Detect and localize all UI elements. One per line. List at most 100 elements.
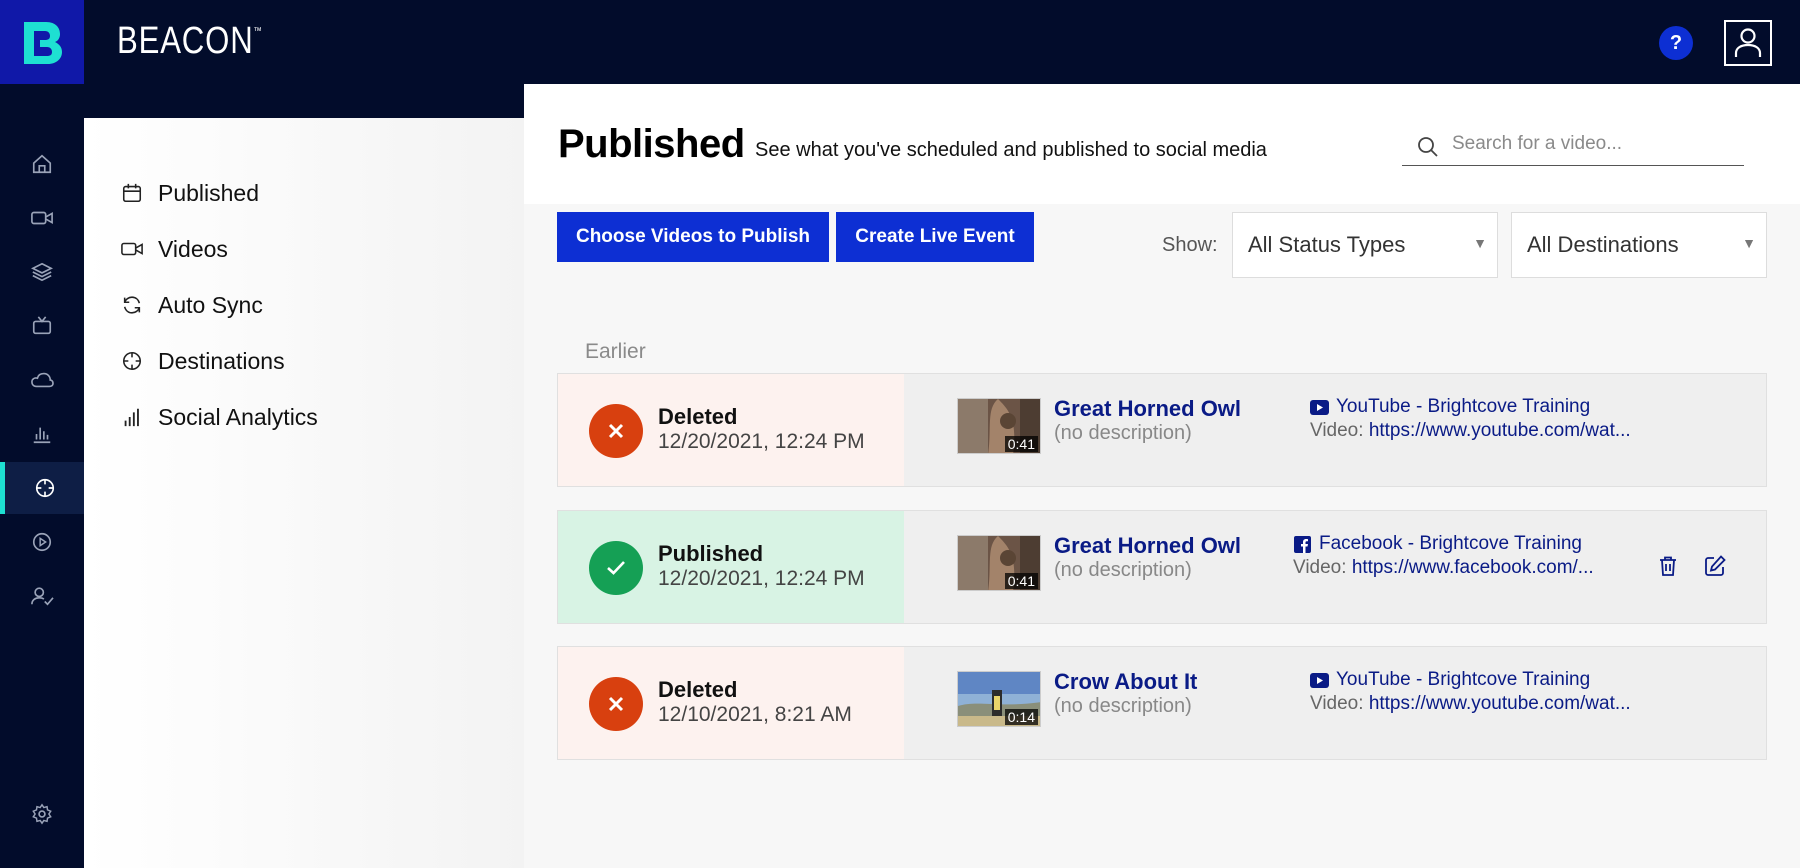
gear-icon — [32, 803, 52, 825]
rail-item-users[interactable] — [0, 570, 84, 622]
status-type-select[interactable]: All Status Types ▼ — [1232, 212, 1498, 278]
destination-label: YouTube - Brightcove Training — [1310, 669, 1590, 691]
destinations-select[interactable]: All Destinations ▼ — [1511, 212, 1767, 278]
destination-name: YouTube - Brightcove Training — [1336, 669, 1591, 690]
brand-name: BEACON™ — [117, 20, 263, 62]
beacon-logo[interactable] — [0, 0, 84, 84]
video-link-line: Video: https://www.youtube.com/wat... — [1310, 693, 1631, 715]
video-title-link[interactable]: Great Horned Owl — [1054, 533, 1241, 559]
search-input[interactable] — [1452, 132, 1722, 155]
beacon-logo-icon — [24, 22, 62, 64]
video-title-link[interactable]: Great Horned Owl — [1054, 396, 1241, 422]
status-cell: Deleted 12/20/2021, 12:24 PM — [558, 374, 904, 486]
destination-name: Facebook - Brightcove Training — [1319, 533, 1582, 554]
subnav-item-label: Published — [158, 179, 260, 206]
destination-name: YouTube - Brightcove Training — [1336, 396, 1591, 417]
video-camera-icon — [31, 211, 53, 225]
status-date: 12/10/2021, 8:21 AM — [658, 703, 852, 726]
trash-icon — [1660, 556, 1676, 576]
video-duration: 0:14 — [1004, 709, 1038, 725]
video-thumbnail[interactable]: 0:41 — [957, 535, 1041, 591]
tv-icon — [32, 316, 52, 335]
status-name: Published — [658, 541, 764, 566]
youtube-icon — [1310, 398, 1329, 417]
video-thumbnail[interactable]: 0:41 — [957, 398, 1041, 454]
edit-icon — [1705, 555, 1726, 576]
video-link-label: Video: — [1310, 420, 1364, 441]
status-date: 12/20/2021, 12:24 PM — [658, 430, 865, 453]
video-description: (no description) — [1054, 559, 1192, 581]
layers-icon — [31, 262, 53, 282]
subnav-item-videos[interactable]: Videos — [120, 234, 228, 264]
edit-button[interactable] — [1702, 553, 1728, 579]
rail-item-social[interactable] — [0, 462, 84, 514]
rail-item-analytics[interactable] — [0, 408, 84, 460]
facebook-icon — [1293, 535, 1312, 554]
video-duration: 0:41 — [1004, 436, 1038, 452]
published-row[interactable]: Published 12/20/2021, 12:24 PM 0:41 Grea… — [557, 510, 1767, 624]
status-name: Deleted — [658, 404, 738, 429]
video-url-link[interactable]: https://www.youtube.com/wat... — [1369, 420, 1631, 441]
rail-item-videos[interactable] — [0, 192, 84, 244]
account-button[interactable] — [1724, 20, 1772, 66]
show-label: Show: — [1162, 234, 1218, 256]
crosshair-icon — [35, 478, 54, 498]
group-label-earlier: Earlier — [585, 340, 646, 363]
icon-rail — [0, 84, 84, 868]
published-row[interactable]: Deleted 12/10/2021, 8:21 AM 0:14 Crow Ab… — [557, 646, 1767, 760]
video-title-link[interactable]: Crow About It — [1054, 669, 1197, 695]
subnav-item-label: Auto Sync — [158, 291, 263, 318]
rail-item-tv[interactable] — [0, 300, 84, 352]
subnav-item-label: Social Analytics — [158, 403, 318, 430]
top-bar: BEACON™ ? — [0, 0, 1800, 84]
published-row[interactable]: Deleted 12/20/2021, 12:24 PM 0:41 Great … — [557, 373, 1767, 487]
home-icon — [32, 154, 52, 174]
video-thumbnail[interactable]: 0:14 — [957, 671, 1041, 727]
video-link-line: Video: https://www.youtube.com/wat... — [1310, 420, 1631, 442]
play-circle-icon — [32, 532, 52, 552]
choose-videos-button[interactable]: Choose Videos to Publish — [557, 212, 829, 262]
video-link-label: Video: — [1293, 557, 1347, 578]
youtube-icon — [1310, 671, 1329, 690]
video-url-link[interactable]: https://www.facebook.com/... — [1352, 557, 1594, 578]
main-panel: Published See what you've scheduled and … — [524, 84, 1800, 868]
deleted-badge — [589, 677, 643, 731]
destination-label: Facebook - Brightcove Training — [1293, 533, 1582, 555]
check-icon — [607, 561, 625, 575]
user-icon — [1734, 28, 1762, 57]
close-icon — [608, 423, 624, 439]
subnav-item-label: Videos — [158, 235, 228, 262]
subnav-item-label: Destinations — [158, 347, 285, 374]
calendar-icon — [120, 181, 144, 205]
chevron-down-icon: ▼ — [1473, 235, 1487, 251]
help-button[interactable]: ? — [1659, 26, 1693, 60]
user-check-icon — [31, 587, 54, 606]
rail-item-player[interactable] — [0, 516, 84, 568]
subnav-item-auto-sync[interactable]: Auto Sync — [120, 290, 263, 320]
subnav-item-destinations[interactable]: Destinations — [120, 346, 285, 376]
video-link-label: Video: — [1310, 693, 1364, 714]
subnav-item-social-analytics[interactable]: Social Analytics — [120, 402, 318, 432]
rail-item-settings[interactable] — [0, 788, 84, 840]
rail-item-cloud[interactable] — [0, 354, 84, 406]
status-cell: Published 12/20/2021, 12:24 PM — [558, 511, 904, 623]
destinations-value: All Destinations — [1527, 232, 1679, 257]
status-type-value: All Status Types — [1248, 232, 1406, 257]
video-camera-icon — [120, 237, 144, 261]
bar-chart-icon — [33, 427, 51, 444]
social-subnav: Published Videos Auto Sync Destinations … — [84, 118, 524, 868]
page-header: Published See what you've scheduled and … — [524, 84, 1800, 204]
signal-bars-icon — [120, 405, 144, 429]
video-url-link[interactable]: https://www.youtube.com/wat... — [1369, 693, 1631, 714]
subnav-item-published[interactable]: Published — [120, 178, 259, 208]
cloud-icon — [31, 372, 54, 388]
video-duration: 0:41 — [1004, 573, 1038, 589]
rail-item-home[interactable] — [0, 138, 84, 190]
status-cell: Deleted 12/10/2021, 8:21 AM — [558, 647, 904, 759]
rail-item-layers[interactable] — [0, 246, 84, 298]
delete-button[interactable] — [1655, 553, 1681, 579]
page-subtitle: See what you've scheduled and published … — [755, 139, 1267, 161]
crosshair-icon — [120, 349, 144, 373]
create-live-event-button[interactable]: Create Live Event — [836, 212, 1034, 262]
deleted-badge — [589, 404, 643, 458]
